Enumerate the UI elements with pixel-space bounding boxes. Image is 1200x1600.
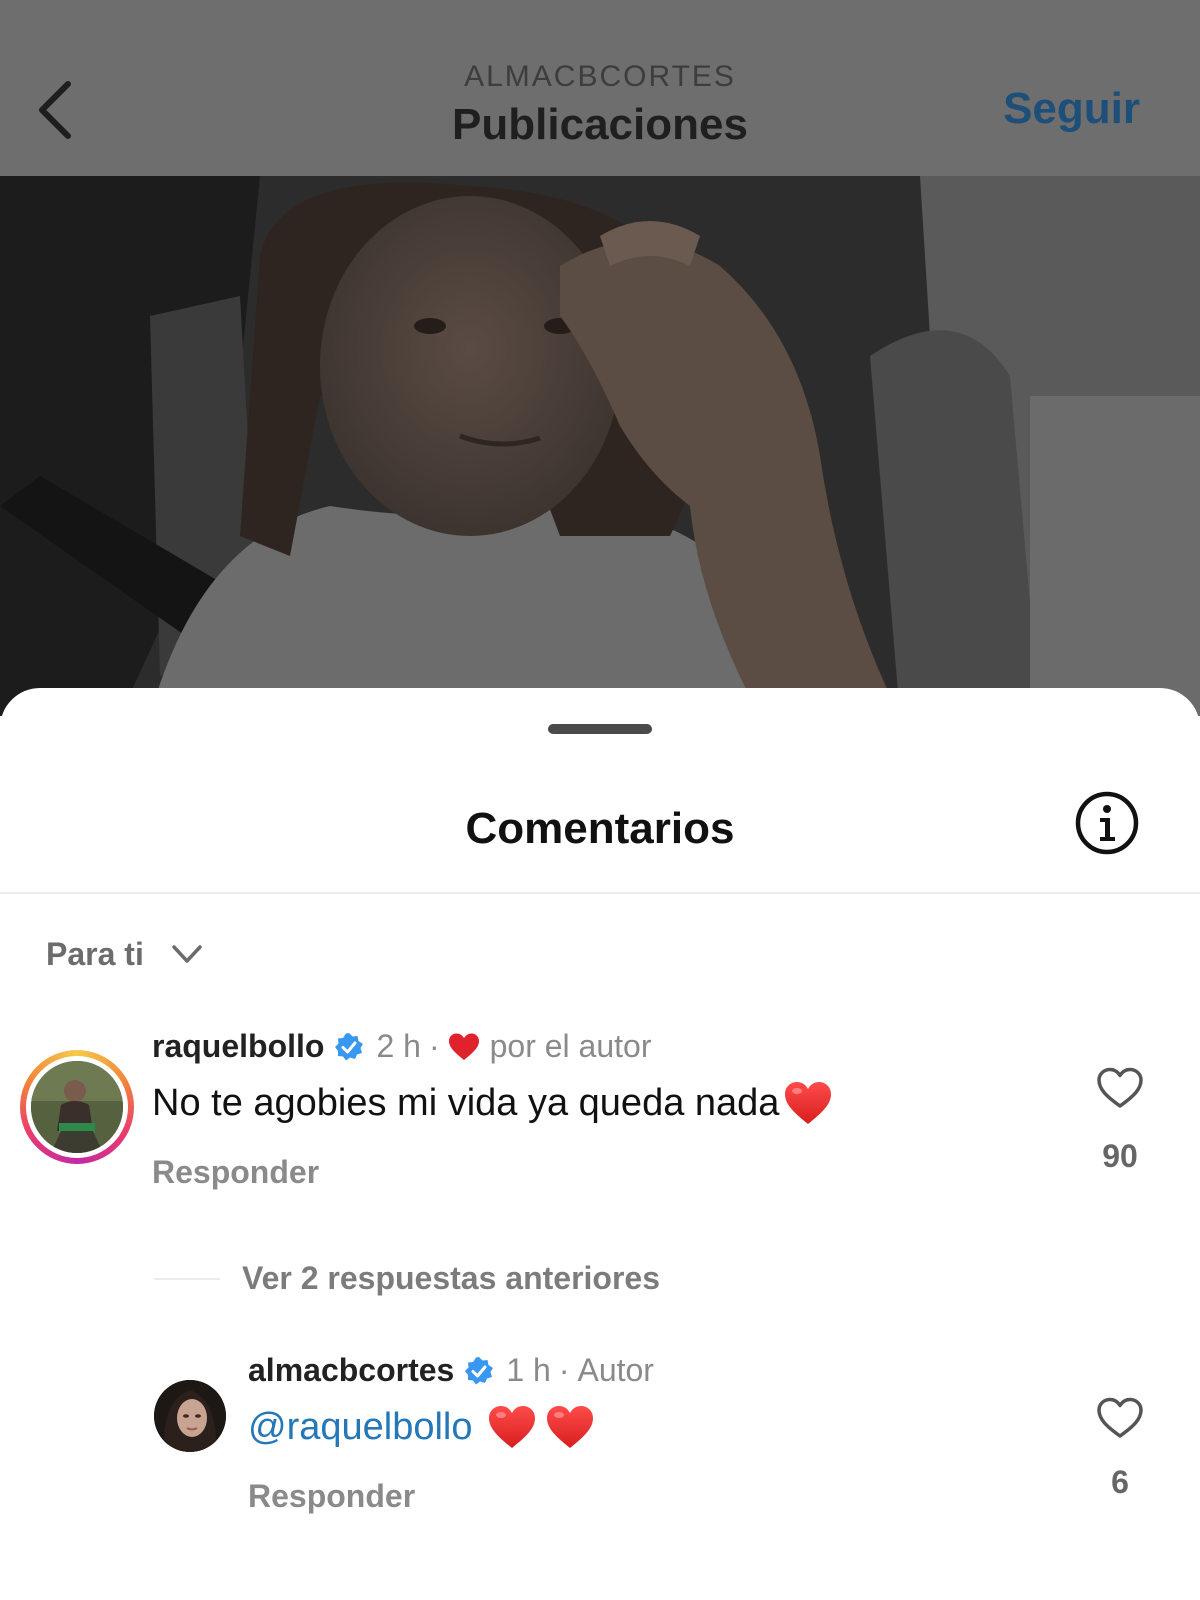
avatar-photo [31,1061,123,1153]
replies-line [154,1277,220,1280]
comment-text: No te agobies mi vida ya queda nada [152,1081,780,1124]
comment-meta: raquelbollo 2 h · por el autor [152,1028,651,1065]
heart-outline-icon[interactable] [1096,1066,1144,1110]
like-count: 90 [1102,1138,1138,1174]
top-navigation-bar: ALMACBCORTES Publicaciones Seguir [0,0,1200,176]
liked-by-author-label: por el autor [489,1028,652,1064]
avatar-almacbcortes[interactable] [154,1380,226,1452]
red-heart-emoji-icon [488,1406,535,1448]
mention-link[interactable]: @raquelbollo [248,1406,473,1449]
heart-outline-icon[interactable] [1096,1396,1144,1440]
comments-title: Comentarios [465,804,735,853]
reply-body: @raquelbollo [248,1404,595,1450]
reply-username[interactable]: almacbcortes [248,1352,454,1389]
reply-time: 1 h [506,1352,551,1388]
verified-badge-icon [335,1032,364,1060]
chevron-down-icon [172,945,202,963]
sort-dropdown[interactable]: Para ti [46,932,204,976]
red-heart-emoji-icon [546,1406,593,1448]
reply-button[interactable]: Responder [152,1154,319,1191]
comment-time: 2 h [376,1028,421,1064]
comment-body: No te agobies mi vida ya queda nada [152,1080,833,1126]
post-photo [0,176,1200,716]
verified-badge-icon [465,1356,494,1384]
meta-separator: · [428,1028,440,1064]
meta-separator: · [558,1352,570,1388]
reply-button[interactable]: Responder [248,1478,415,1515]
info-icon[interactable] [1074,790,1140,856]
like-count: 6 [1111,1464,1129,1500]
reply-meta: almacbcortes 1 h · Autor [248,1352,654,1389]
post-image[interactable] [0,176,1200,716]
follow-button[interactable]: Seguir [1003,84,1140,134]
comments-sheet: Comentarios Para ti raquelbollo 2 h · po… [0,688,1200,1600]
sort-label: Para ti [46,935,144,972]
view-replies-label: Ver 2 respuestas anteriores [242,1260,661,1296]
red-heart-emoji-icon [785,1082,832,1124]
avatar-ring-gap [26,1056,128,1158]
avatar-raquelbollo[interactable] [20,1050,134,1164]
red-heart-icon [448,1033,479,1060]
comment-username[interactable]: raquelbollo [152,1028,324,1065]
view-replies-button[interactable]: Ver 2 respuestas anteriores [154,1260,660,1297]
author-badge: Autor [577,1352,654,1388]
header-divider [0,892,1200,894]
sheet-drag-handle[interactable] [548,724,652,734]
avatar-photo [154,1380,226,1452]
